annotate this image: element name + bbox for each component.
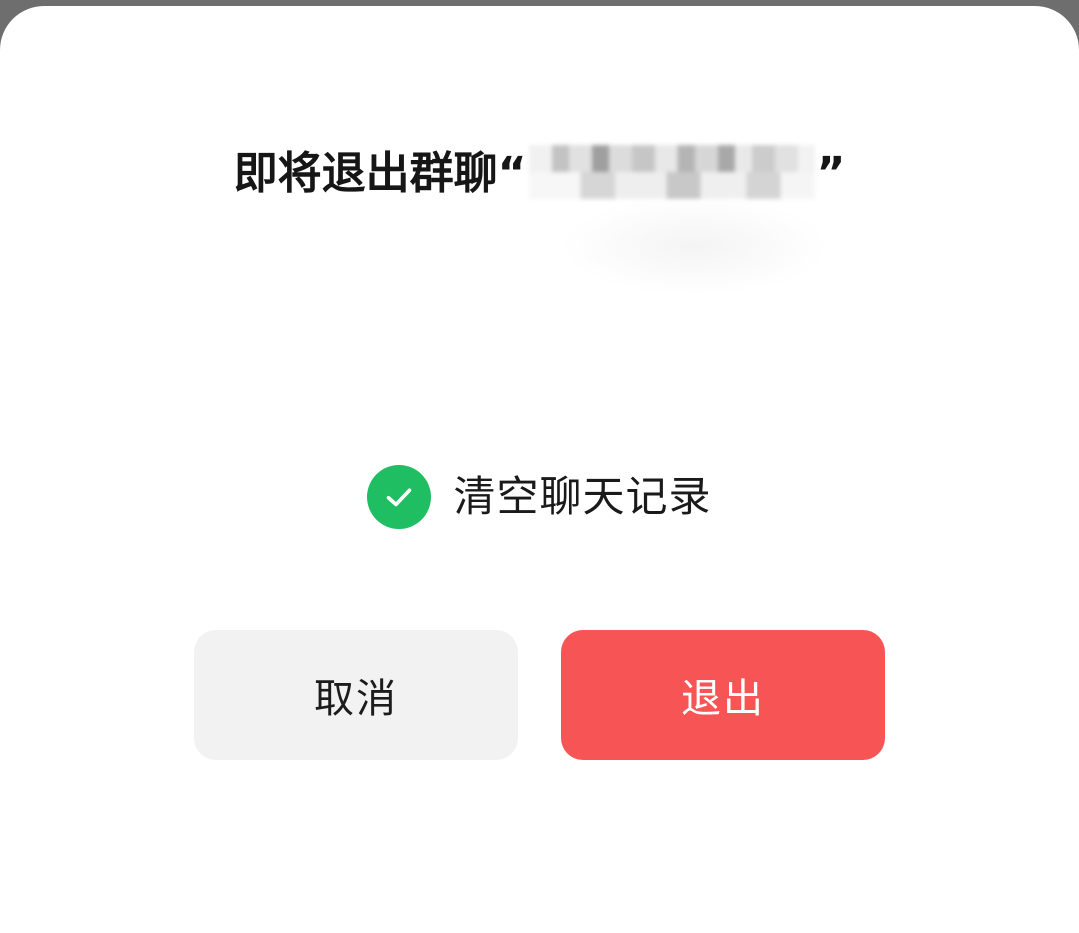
redacted-group-name	[528, 145, 815, 199]
check-circle-icon[interactable]	[367, 465, 432, 529]
clear-history-label: 清空聊天记录	[453, 472, 712, 521]
exit-group-dialog: 即将退出群聊“ ” 清空聊天记录 取消 退出	[0, 6, 1079, 933]
clear-history-option[interactable]: 清空聊天记录	[0, 462, 1079, 532]
title-prefix: 即将退出群聊	[233, 148, 498, 199]
title-close-quote: ”	[816, 148, 846, 199]
title-open-quote: “	[497, 148, 527, 199]
cancel-button[interactable]: 取消	[194, 630, 518, 760]
redaction-haze	[560, 196, 830, 296]
dialog-title: 即将退出群聊“ ”	[0, 142, 1079, 206]
exit-button[interactable]: 退出	[561, 630, 885, 760]
checkmark-icon	[387, 488, 412, 507]
